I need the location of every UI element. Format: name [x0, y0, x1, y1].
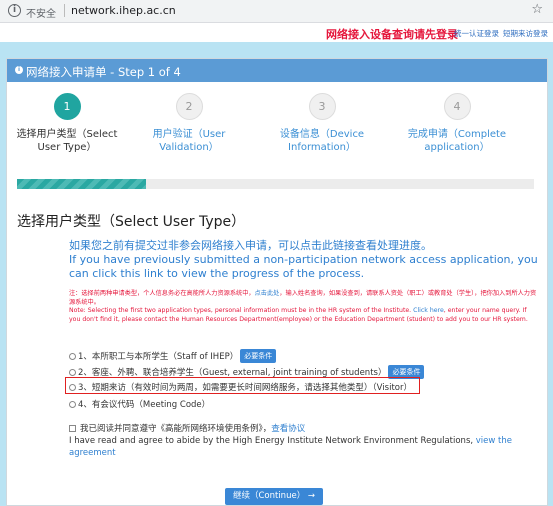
step-4: 4 完成申请（Complete application） [397, 93, 517, 154]
form-header: i 网络接入申请单 - Step 1 of 4 [7, 59, 547, 82]
note-en-a: Note: Selecting the first two applicatio… [69, 307, 412, 315]
view-progress-link-zh[interactable]: 如果您之前有提交过非参会网络接入申请，可以点击此链接查看处理进度。 [69, 237, 432, 253]
agreement-en-text: I have read and agree to abide by the Hi… [69, 436, 474, 446]
form-title: 网络接入申请单 - Step 1 of 4 [26, 65, 181, 79]
step-4-label: 完成申请（Complete application） [407, 129, 507, 153]
continue-button[interactable]: 继续（Continue） → [225, 488, 323, 505]
insecure-label[interactable]: 不安全 [26, 5, 56, 20]
radio-visitor[interactable] [69, 384, 76, 391]
user-type-option-staff[interactable]: 1、本所职工与本所学生（Staff of IHEP） 必要条件 [69, 349, 277, 363]
application-form-card: i 网络接入申请单 - Step 1 of 4 1 选择用户类型（Select … [6, 58, 548, 506]
unified-login-link[interactable]: 统一认证登录 [454, 28, 499, 39]
radio-guest[interactable] [69, 369, 76, 376]
option-visitor-label: 3、短期来访（有效时间为两周，如需要更长时间网络服务，请选择其他类型）（Visi… [78, 383, 412, 393]
view-agreement-link-zh[interactable]: 查看协议 [271, 424, 305, 434]
step-1-number: 1 [53, 93, 81, 120]
agreement-zh: 我已阅读并同意遵守《高能所网络环境使用条例》， [80, 424, 272, 434]
step-1-label: 选择用户类型（Select User Type） [16, 129, 118, 153]
address-separator [64, 4, 65, 17]
step-4-number: 4 [443, 93, 471, 120]
browser-address-bar[interactable]: i 不安全 network.ihep.ac.cn ☆ [0, 0, 553, 23]
progress-fill [17, 179, 147, 189]
note-zh-a: 注：选择前两种申请类型，个人信息务必在高能所人力资源系统中， [69, 290, 255, 297]
progress-bar [17, 179, 534, 189]
radio-meeting[interactable] [69, 401, 76, 408]
option-staff-label: 1、本所职工与本所学生（Staff of IHEP） [78, 352, 239, 362]
info-icon[interactable]: i [8, 4, 21, 17]
agreement-en: I have read and agree to abide by the Hi… [69, 435, 539, 459]
site-topbar: 网络接入设备查询请先登录 统一认证登录 短期来访登录 [0, 23, 553, 42]
step-3-number: 3 [308, 93, 336, 120]
radio-staff[interactable] [69, 353, 76, 360]
step-1: 1 选择用户类型（Select User Type） [7, 93, 127, 154]
user-type-option-visitor[interactable]: 3、短期来访（有效时间为两周，如需要更长时间网络服务，请选择其他类型）（Visi… [69, 381, 412, 393]
url-text[interactable]: network.ihep.ac.cn [71, 4, 176, 17]
agreement-checkbox-row[interactable]: 我已阅读并同意遵守《高能所网络环境使用条例》，查看协议 [69, 422, 305, 434]
form-info-icon: i [15, 66, 23, 74]
agreement-checkbox[interactable] [69, 425, 76, 432]
step-2-number: 2 [175, 93, 203, 120]
note-en-link[interactable]: Click here [413, 307, 444, 314]
view-progress-link-en[interactable]: If you have previously submitted a non-p… [69, 253, 539, 281]
requirements-button-staff[interactable]: 必要条件 [240, 349, 277, 363]
continue-label: 继续（Continue） [232, 491, 306, 501]
login-prompt: 网络接入设备查询请先登录 [326, 28, 458, 41]
bookmark-star-icon[interactable]: ☆ [531, 2, 543, 17]
step-3-label: 设备信息（Device Information） [279, 129, 365, 153]
step-2-label: 用户验证（User Validation） [152, 129, 226, 153]
step-3: 3 设备信息（Device Information） [262, 93, 382, 154]
short-visit-login-link[interactable]: 短期来访登录 [503, 28, 548, 39]
note-zh-link[interactable]: 点击此处 [255, 290, 280, 297]
step-2: 2 用户验证（User Validation） [129, 93, 249, 154]
arrow-right-icon: → [307, 491, 316, 501]
user-type-option-meeting[interactable]: 4、有会议代码（Meeting Code） [69, 398, 210, 410]
section-title: 选择用户类型（Select User Type） [17, 214, 246, 230]
hr-notice: 注：选择前两种申请类型，个人信息务必在高能所人力资源系统中，点击此处，输入姓名查… [69, 290, 539, 325]
option-meeting-label: 4、有会议代码（Meeting Code） [78, 400, 211, 410]
step-indicator: 1 选择用户类型（Select User Type） 2 用户验证（User V… [7, 93, 547, 173]
